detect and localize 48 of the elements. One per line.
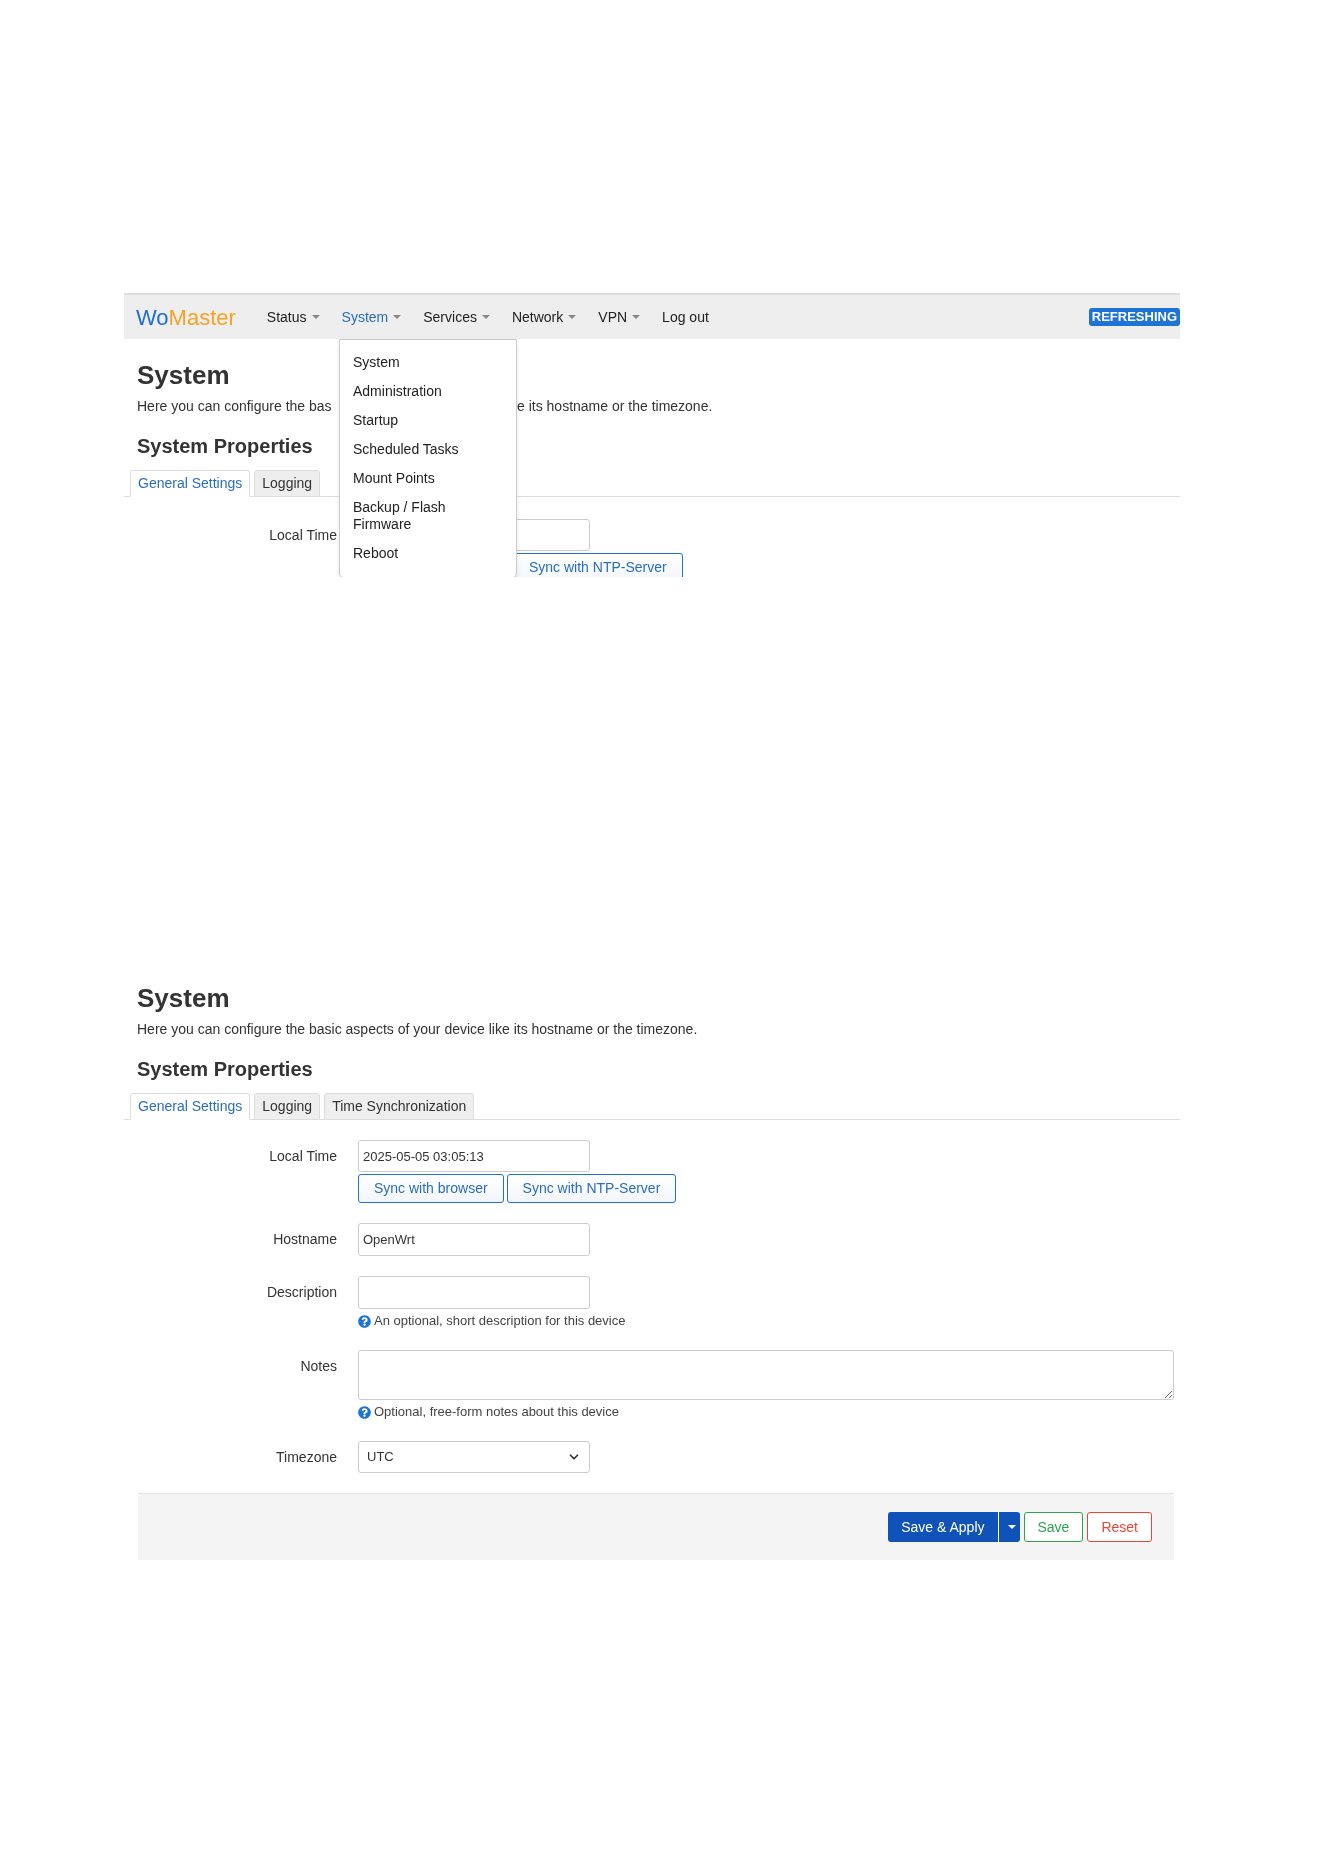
nav-item[interactable]: VPN (587, 306, 652, 328)
text-field[interactable] (358, 1276, 590, 1309)
notes-field[interactable] (358, 1350, 1174, 1400)
help-text: An optional, short description for this device (374, 1312, 626, 1330)
page-title: System (137, 982, 230, 1014)
menu-item[interactable]: Administration (340, 377, 500, 406)
nav-item[interactable]: System (330, 306, 413, 328)
refreshing-badge: REFRESHING (1088, 308, 1180, 326)
menu-item[interactable]: Scheduled Tasks (340, 435, 500, 464)
tab[interactable]: General Settings (130, 1093, 251, 1120)
page-title: System (137, 359, 230, 391)
time-field[interactable]: 2025-05-05 03:05:13 (358, 1140, 590, 1172)
sync-button[interactable]: Sync with browser (358, 1174, 504, 1203)
caret-icon (1007, 1525, 1016, 1529)
field-label: Timezone (275, 1448, 337, 1467)
field-label: Description (265, 1283, 337, 1302)
reset-button[interactable]: Reset (1087, 1512, 1152, 1542)
field-label: Local Time (268, 1147, 337, 1166)
timezone-select[interactable]: UTC (358, 1441, 590, 1473)
menu-item[interactable]: Backup / Flash Firmware (340, 493, 500, 539)
menu-item[interactable]: Mount Points (340, 464, 500, 493)
nav-item[interactable]: Status (255, 306, 331, 328)
menu-item[interactable]: Reboot (340, 539, 500, 568)
tab[interactable]: Time Synchronization (324, 1093, 475, 1120)
field-label: Local Time (268, 526, 337, 545)
save-apply-button[interactable]: Save & Apply (888, 1512, 999, 1542)
nav-item[interactable]: Services (412, 306, 501, 328)
tab[interactable]: Logging (254, 470, 321, 497)
page-description: e its hostname or the timezone. (517, 397, 713, 416)
page-description: Here you can configure the basic aspects of your device like its hostname or the timezone. (137, 1020, 699, 1039)
section-title: System Properties (137, 434, 313, 459)
dropdown-toggle-button[interactable] (998, 1512, 1020, 1542)
help-icon (358, 1405, 371, 1419)
field-label: Notes (299, 1357, 337, 1376)
nav-item[interactable]: Network (500, 306, 588, 328)
menu-item[interactable]: Startup (340, 406, 500, 435)
tab[interactable]: General Settings (130, 470, 251, 497)
text-field[interactable]: OpenWrt (358, 1223, 590, 1256)
sync-button[interactable]: Sync with NTP-Server (506, 1174, 677, 1203)
field-label: Hostname (272, 1230, 337, 1249)
logo[interactable]: WoMaster (136, 300, 236, 334)
help-icon (358, 1314, 371, 1328)
nav-item[interactable]: Log out (651, 306, 720, 328)
page-description: Here you can configure the bas (137, 397, 333, 416)
section-title: System Properties (137, 1057, 313, 1082)
menu-item[interactable]: System (340, 348, 500, 377)
help-text: Optional, free-form notes about this device (374, 1403, 619, 1421)
tab[interactable]: Logging (254, 1093, 321, 1120)
